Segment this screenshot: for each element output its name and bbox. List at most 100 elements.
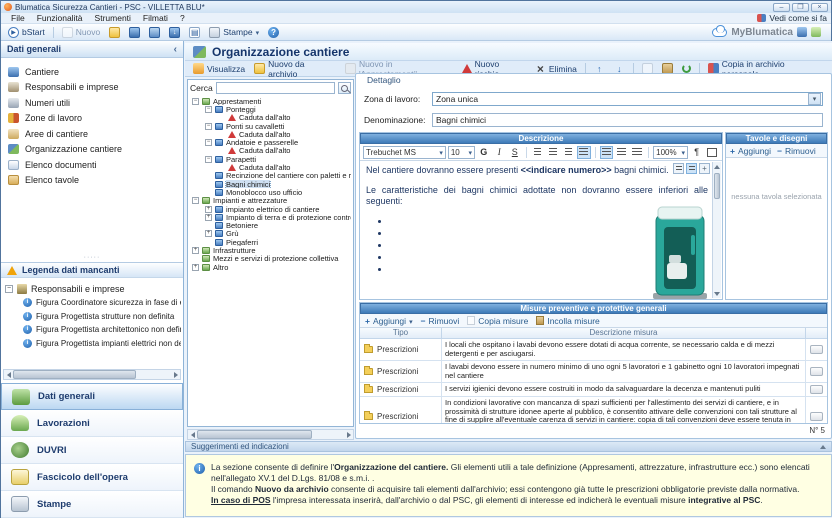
copia-misure-button[interactable]: Copia misure: [467, 316, 528, 326]
bold-button[interactable]: G: [477, 146, 491, 159]
minimize-button[interactable]: –: [773, 3, 790, 12]
scroll-right-icon[interactable]: [174, 372, 178, 378]
menu-help[interactable]: ?: [174, 13, 191, 23]
tree-expander-icon[interactable]: +: [205, 214, 212, 221]
tree-item[interactable]: − Andatoie e passerelle: [190, 138, 351, 146]
search-input[interactable]: [216, 82, 335, 94]
tree-expander-icon[interactable]: +: [192, 264, 199, 271]
scroll-up-icon[interactable]: [714, 165, 720, 169]
font-size-select[interactable]: 10: [448, 146, 475, 159]
search-icon[interactable]: [338, 82, 351, 94]
rimuovi-tavola-button[interactable]: Rimuovi: [777, 146, 816, 156]
tree-item[interactable]: Recinzione del cantiere con paletti e re…: [190, 172, 351, 180]
tree-horizontal-scrollbar[interactable]: [187, 429, 354, 440]
suggerimenti-bar[interactable]: Suggerimenti ed indicazioni: [185, 441, 832, 452]
textbox-icon[interactable]: [705, 146, 719, 159]
legend-item[interactable]: Figura Progettista impianti elettrici no…: [5, 337, 181, 351]
tree-expander-icon[interactable]: +: [192, 247, 199, 254]
toolbar-button[interactable]: [106, 26, 123, 39]
panel-splitter[interactable]: ·····: [1, 255, 183, 261]
collapse-sidebar-icon[interactable]: [174, 44, 177, 55]
table-row[interactable]: Prescrizioni I servizi igienici devono e…: [360, 383, 827, 397]
menu-funzionalita[interactable]: Funzionalità: [31, 13, 89, 23]
pilcrow-icon[interactable]: [690, 146, 704, 159]
menu-strumenti[interactable]: Strumenti: [89, 13, 137, 23]
font-name-select[interactable]: Trebuchet MS: [363, 146, 446, 159]
collapse-up-icon[interactable]: [820, 445, 826, 449]
note-button[interactable]: [810, 385, 823, 394]
sidebar-item[interactable]: Aree di cantiere: [1, 126, 183, 142]
sidebar-item[interactable]: Organizzazione cantiere: [1, 142, 183, 158]
align-left-icon[interactable]: [531, 146, 545, 159]
tree-expander-icon[interactable]: +: [205, 230, 212, 237]
toolbar-button[interactable]: [265, 26, 282, 39]
tree-item[interactable]: − Parapetti: [190, 155, 351, 163]
denominazione-input[interactable]: [432, 113, 823, 127]
sidebar-item[interactable]: Zone di lavoro: [1, 111, 183, 127]
sidebar-item[interactable]: Cantiere: [1, 64, 183, 80]
scrollbar-thumb[interactable]: [197, 430, 312, 439]
toolbar-button[interactable]: Visualizza: [190, 62, 248, 75]
sidebar-horizontal-scrollbar[interactable]: [3, 369, 181, 380]
note-button[interactable]: [810, 412, 823, 421]
close-button[interactable]: ×: [811, 3, 828, 12]
tree-item[interactable]: + Altro: [190, 263, 351, 271]
table-row[interactable]: Prescrizioni I locali che ospitano i lav…: [360, 339, 827, 361]
toolbar-button[interactable]: Nuovo: [59, 26, 104, 39]
tree-expander-icon[interactable]: −: [192, 197, 199, 204]
image-wrap-icon[interactable]: [686, 163, 697, 174]
tree-expander-icon[interactable]: −: [192, 98, 199, 105]
aggiungi-misura-button[interactable]: Aggiungi: [365, 316, 413, 326]
tree-item[interactable]: − Impianti e attrezzature: [190, 197, 351, 205]
tree-item[interactable]: Piegaferri: [190, 238, 351, 246]
tree-item[interactable]: Monoblocco uso ufficio: [190, 188, 351, 196]
tree-expander-icon[interactable]: −: [205, 139, 212, 146]
multilevel-list-icon[interactable]: [631, 146, 645, 159]
align-justify-icon[interactable]: [577, 146, 591, 159]
tree-item[interactable]: − Apprestamenti: [190, 97, 351, 105]
scrollbar-thumb[interactable]: [13, 370, 136, 379]
sidebar-item[interactable]: Numeri utili: [1, 95, 183, 111]
toolbar-button[interactable]: [146, 26, 163, 39]
tree-expander-icon[interactable]: −: [5, 285, 13, 293]
note-button[interactable]: [810, 367, 823, 376]
account-icon[interactable]: [797, 27, 807, 37]
sidebar-nav-item[interactable]: DUVRI: [1, 437, 183, 464]
toolbar-button[interactable]: [53, 27, 54, 38]
legend-item[interactable]: Figura Coordinatore sicurezza in fase di…: [5, 296, 181, 310]
tree-item[interactable]: Mezzi e servizi di protezione collettiva: [190, 255, 351, 263]
image-grid-icon[interactable]: [673, 163, 684, 174]
maximize-button[interactable]: ❐: [792, 3, 809, 12]
aggiungi-tavola-button[interactable]: Aggiungi: [730, 146, 771, 156]
tree-expander-icon[interactable]: +: [205, 206, 212, 213]
descrizione-editor[interactable]: + Nel cantiere dovranno essere presenti …: [360, 161, 722, 299]
tree-item[interactable]: − Ponti su cavalletti: [190, 122, 351, 130]
zoom-select[interactable]: 100%: [653, 146, 688, 159]
legend-item[interactable]: Figura Progettista strutture non definit…: [5, 310, 181, 324]
news-icon[interactable]: [811, 27, 821, 37]
sidebar-nav-item[interactable]: Dati generali: [1, 383, 183, 410]
tree-item[interactable]: Bagni chimici: [190, 180, 351, 188]
scroll-left-icon[interactable]: [7, 372, 11, 378]
chevron-down-icon[interactable]: ▾: [808, 93, 821, 105]
incolla-misure-button[interactable]: Incolla misure: [536, 316, 599, 326]
scrollbar-thumb[interactable]: [714, 173, 720, 199]
tree-item[interactable]: + Infrastrutture: [190, 246, 351, 254]
table-row[interactable]: Prescrizioni In condizioni lavorative co…: [360, 397, 827, 423]
toolbar-button[interactable]: [166, 26, 183, 39]
align-center-icon[interactable]: [546, 146, 560, 159]
toolbar-button[interactable]: Stampe: [206, 26, 262, 39]
tree-item[interactable]: Caduta dall'alto: [190, 163, 351, 171]
tree-expander-icon[interactable]: −: [205, 123, 212, 130]
tree-item[interactable]: − Ponteggi: [190, 105, 351, 113]
sidebar-nav-item[interactable]: Lavorazioni: [1, 410, 183, 437]
numbered-list-icon[interactable]: [615, 146, 629, 159]
rimuovi-misura-button[interactable]: Rimuovi: [421, 316, 460, 326]
tree-item[interactable]: Betoniere: [190, 221, 351, 229]
tree-item[interactable]: Caduta dall'alto: [190, 130, 351, 138]
tree-item[interactable]: + impianto elettrico di cantiere: [190, 205, 351, 213]
zona-di-lavoro-select[interactable]: Zona unica ▾: [432, 92, 823, 106]
move-icon[interactable]: +: [699, 163, 710, 174]
underline-button[interactable]: S: [508, 146, 522, 159]
menu-file[interactable]: File: [5, 13, 31, 23]
